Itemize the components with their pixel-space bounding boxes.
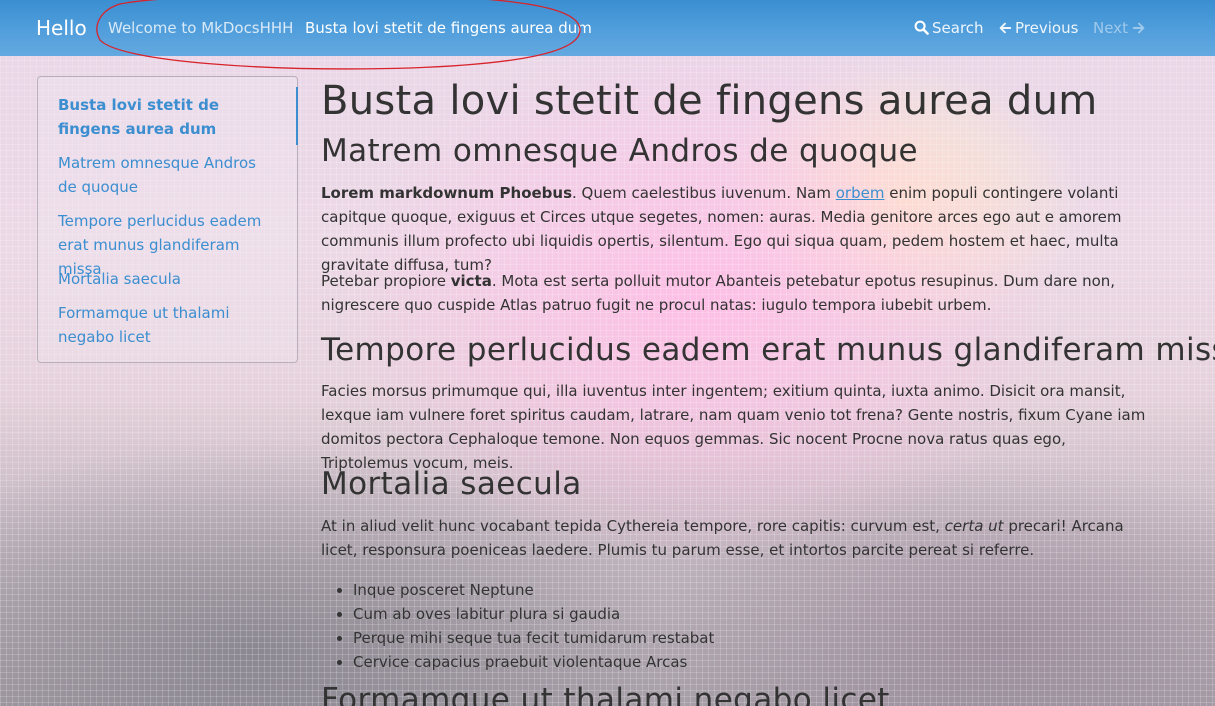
search-button[interactable]: Search	[914, 19, 984, 37]
toc-active-indicator	[296, 87, 298, 145]
paragraph-2-text-a: Petebar propiore	[321, 272, 451, 290]
section-heading-tempore: Tempore perlucidus eadem erat munus glan…	[321, 332, 1215, 368]
bullet-list: Inque posceret Neptune Cum ab oves labit…	[353, 578, 714, 674]
site-brand[interactable]: Hello	[36, 16, 87, 40]
paragraph-2-bold: victa	[450, 272, 492, 290]
arrow-left-icon	[999, 22, 1012, 34]
next-button[interactable]: Next	[1093, 19, 1146, 37]
search-icon	[914, 20, 929, 35]
arrow-right-icon	[1132, 22, 1145, 34]
toc-item-busta[interactable]: Busta lovi stetit de fingens aurea dum	[58, 93, 278, 141]
section-heading-formamque: Formamque ut thalami negabo licet	[321, 682, 890, 706]
toc-item-mortalia[interactable]: Mortalia saecula	[58, 267, 278, 291]
top-navbar: Hello Welcome to MkDocsHHH Busta lovi st…	[0, 0, 1215, 56]
next-label: Next	[1093, 19, 1128, 37]
previous-button[interactable]: Previous	[998, 19, 1078, 37]
list-item: Inque posceret Neptune	[353, 578, 714, 602]
page-title: Busta lovi stetit de fingens aurea dum	[321, 78, 1098, 124]
previous-label: Previous	[1015, 19, 1079, 37]
section-heading-matrem: Matrem omnesque Andros de quoque	[321, 133, 919, 169]
paragraph-2: Petebar propiore victa. Mota est serta p…	[321, 269, 1156, 317]
toc-item-formamque[interactable]: Formamque ut thalami negabo licet	[58, 301, 278, 349]
section-heading-mortalia: Mortalia saecula	[321, 466, 582, 502]
inline-link-orbem[interactable]: orbem	[836, 184, 885, 202]
paragraph-4-text-a: At in aliud velit hunc vocabant tepida C…	[321, 517, 945, 535]
toc-sidebar: Busta lovi stetit de fingens aurea dum M…	[37, 76, 298, 363]
paragraph-4: At in aliud velit hunc vocabant tepida C…	[321, 514, 1156, 562]
list-item: Cervice capacius praebuit violentaque Ar…	[353, 650, 714, 674]
toc-item-matrem[interactable]: Matrem omnesque Andros de quoque	[58, 151, 278, 199]
list-item: Perque mihi seque tua fecit tumidarum re…	[353, 626, 714, 650]
paragraph-1-text-a: . Quem caelestibus iuvenum. Nam	[572, 184, 836, 202]
search-label: Search	[932, 19, 984, 37]
list-item: Cum ab oves labitur plura si gaudia	[353, 602, 714, 626]
paragraph-3: Facies morsus primumque qui, illa iuvent…	[321, 382, 1146, 472]
paragraph-4-italic: certa ut	[944, 517, 1004, 535]
nav-link-welcome[interactable]: Welcome to MkDocsHHH	[108, 19, 293, 37]
paragraph-1: Lorem markdownum Phoebus. Quem caelestib…	[321, 181, 1156, 277]
nav-link-current-page[interactable]: Busta lovi stetit de fingens aurea dum	[305, 19, 592, 37]
paragraph-1-bold: Lorem markdownum Phoebus	[321, 184, 573, 202]
